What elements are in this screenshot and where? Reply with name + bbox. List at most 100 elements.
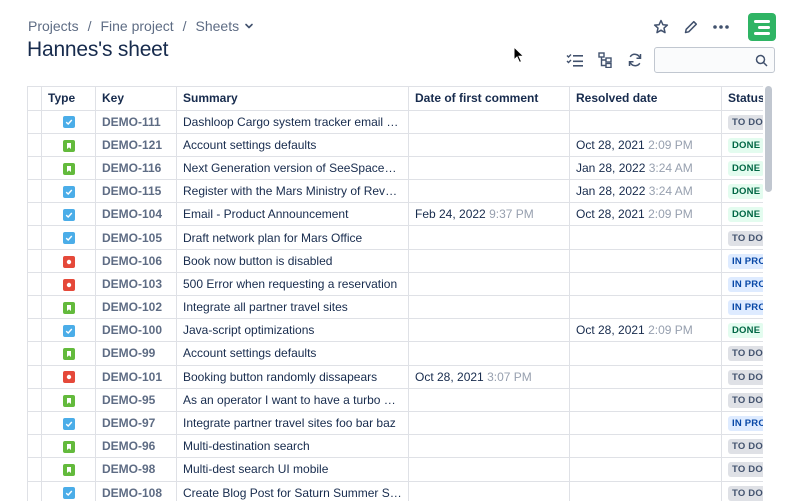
resolved-date-cell[interactable]: Jan 28, 2022 3:24 AM	[569, 179, 722, 204]
table-row[interactable]: DEMO-121 Account settings defaults Oct 28…	[27, 133, 763, 157]
status-cell[interactable]: TO DO	[721, 365, 763, 389]
status-cell[interactable]: TO DO	[721, 110, 763, 134]
row-gutter[interactable]	[27, 202, 42, 227]
breadcrumb-sheets[interactable]: Sheets	[196, 18, 240, 34]
first-comment-cell[interactable]	[408, 110, 570, 134]
summary-cell[interactable]: Dashloop Cargo system tracker email setu…	[176, 110, 409, 134]
column-header-type[interactable]: Type	[41, 87, 96, 111]
type-cell[interactable]	[41, 481, 96, 501]
table-row[interactable]: DEMO-111 Dashloop Cargo system tracker em…	[27, 110, 763, 134]
vertical-scrollbar[interactable]	[764, 86, 772, 501]
resolved-date-cell[interactable]	[569, 249, 722, 273]
star-icon[interactable]	[646, 12, 676, 42]
type-cell[interactable]	[41, 365, 96, 389]
key-cell[interactable]: DEMO-121	[95, 133, 177, 157]
key-cell[interactable]: DEMO-96	[95, 434, 177, 459]
column-header-resolved-date[interactable]: Resolved date	[569, 87, 722, 111]
key-cell[interactable]: DEMO-104	[95, 202, 177, 227]
status-cell[interactable]: DONE	[721, 133, 763, 157]
table-row[interactable]: DEMO-98 Multi-dest search UI mobile TO DO	[27, 457, 763, 482]
key-cell[interactable]: DEMO-102	[95, 295, 177, 320]
table-row[interactable]: DEMO-116 Next Generation version of SeeSp…	[27, 156, 763, 181]
summary-cell[interactable]: Multi-destination search	[176, 434, 409, 459]
table-row[interactable]: DEMO-115 Register with the Mars Ministry …	[27, 179, 763, 204]
type-cell[interactable]	[41, 249, 96, 273]
resolved-date-cell[interactable]	[569, 272, 722, 297]
key-cell[interactable]: DEMO-116	[95, 156, 177, 181]
row-gutter[interactable]	[27, 110, 42, 134]
resolved-date-cell[interactable]	[569, 481, 722, 501]
summary-cell[interactable]: Next Generation version of SeeSpaceEZ t…	[176, 156, 409, 181]
first-comment-cell[interactable]	[408, 481, 570, 501]
status-cell[interactable]: TO DO	[721, 225, 763, 250]
status-cell[interactable]: IN PRO	[721, 272, 763, 297]
summary-cell[interactable]: 500 Error when requesting a reservation	[176, 272, 409, 297]
checklist-icon[interactable]	[560, 46, 590, 74]
key-cell[interactable]: DEMO-111	[95, 110, 177, 134]
resolved-date-cell[interactable]: Oct 28, 2021 2:09 PM	[569, 133, 722, 157]
column-header-status[interactable]: Status	[721, 87, 763, 111]
table-row[interactable]: DEMO-101 Booking button randomly dissapea…	[27, 365, 763, 389]
app-logo[interactable]	[748, 13, 776, 41]
resolved-date-cell[interactable]: Oct 28, 2021 2:09 PM	[569, 318, 722, 343]
type-cell[interactable]	[41, 202, 96, 227]
chevron-down-icon[interactable]	[244, 21, 254, 31]
type-cell[interactable]	[41, 295, 96, 320]
table-row[interactable]: DEMO-100 Java-script optimizations Oct 28…	[27, 318, 763, 343]
resolved-date-cell[interactable]	[569, 365, 722, 389]
resolved-date-cell[interactable]	[569, 341, 722, 366]
summary-cell[interactable]: Draft network plan for Mars Office	[176, 225, 409, 250]
table-row[interactable]: DEMO-103 500 Error when requesting a rese…	[27, 272, 763, 297]
table-row[interactable]: DEMO-97 Integrate partner travel sites fo…	[27, 411, 763, 436]
resolved-date-cell[interactable]	[569, 110, 722, 134]
type-cell[interactable]	[41, 179, 96, 204]
row-gutter[interactable]	[27, 225, 42, 250]
status-cell[interactable]: IN PRO	[721, 411, 763, 436]
row-gutter[interactable]	[27, 272, 42, 297]
table-row[interactable]: DEMO-95 As an operator I want to have a t…	[27, 388, 763, 412]
row-gutter[interactable]	[27, 341, 42, 366]
status-cell[interactable]: IN PRO	[721, 249, 763, 273]
summary-cell[interactable]: Multi-dest search UI mobile	[176, 457, 409, 482]
summary-cell[interactable]: As an operator I want to have a turbo bu…	[176, 388, 409, 412]
first-comment-cell[interactable]: Feb 24, 2022 9:37 PM	[408, 202, 570, 227]
key-cell[interactable]: DEMO-100	[95, 318, 177, 343]
first-comment-cell[interactable]	[408, 388, 570, 412]
pencil-icon[interactable]	[676, 12, 706, 42]
row-gutter[interactable]	[27, 388, 42, 412]
type-cell[interactable]	[41, 272, 96, 297]
key-cell[interactable]: DEMO-101	[95, 365, 177, 389]
summary-cell[interactable]: Email - Product Announcement	[176, 202, 409, 227]
key-cell[interactable]: DEMO-105	[95, 225, 177, 250]
table-row[interactable]: DEMO-105 Draft network plan for Mars Offi…	[27, 225, 763, 250]
breadcrumb-project[interactable]: Fine project	[100, 18, 173, 34]
status-cell[interactable]: DONE	[721, 318, 763, 343]
type-cell[interactable]	[41, 318, 96, 343]
column-header-key[interactable]: Key	[95, 87, 177, 111]
first-comment-cell[interactable]	[408, 133, 570, 157]
refresh-icon[interactable]	[620, 46, 650, 74]
resolved-date-cell[interactable]	[569, 388, 722, 412]
breadcrumb-projects[interactable]: Projects	[28, 18, 79, 34]
row-gutter[interactable]	[27, 318, 42, 343]
row-gutter[interactable]	[27, 179, 42, 204]
first-comment-cell[interactable]	[408, 272, 570, 297]
first-comment-cell[interactable]	[408, 341, 570, 366]
status-cell[interactable]: IN PRO	[721, 295, 763, 320]
first-comment-cell[interactable]	[408, 225, 570, 250]
resolved-date-cell[interactable]	[569, 411, 722, 436]
key-cell[interactable]: DEMO-106	[95, 249, 177, 273]
first-comment-cell[interactable]	[408, 318, 570, 343]
status-cell[interactable]: TO DO	[721, 434, 763, 459]
resolved-date-cell[interactable]	[569, 295, 722, 320]
row-gutter[interactable]	[27, 156, 42, 181]
first-comment-cell[interactable]: Oct 28, 2021 3:07 PM	[408, 365, 570, 389]
more-icon[interactable]	[706, 12, 736, 42]
row-gutter[interactable]	[27, 249, 42, 273]
status-cell[interactable]: DONE	[721, 202, 763, 227]
search-input[interactable]	[655, 48, 750, 72]
resolved-date-cell[interactable]	[569, 225, 722, 250]
key-cell[interactable]: DEMO-103	[95, 272, 177, 297]
row-gutter[interactable]	[27, 411, 42, 436]
key-cell[interactable]: DEMO-97	[95, 411, 177, 436]
